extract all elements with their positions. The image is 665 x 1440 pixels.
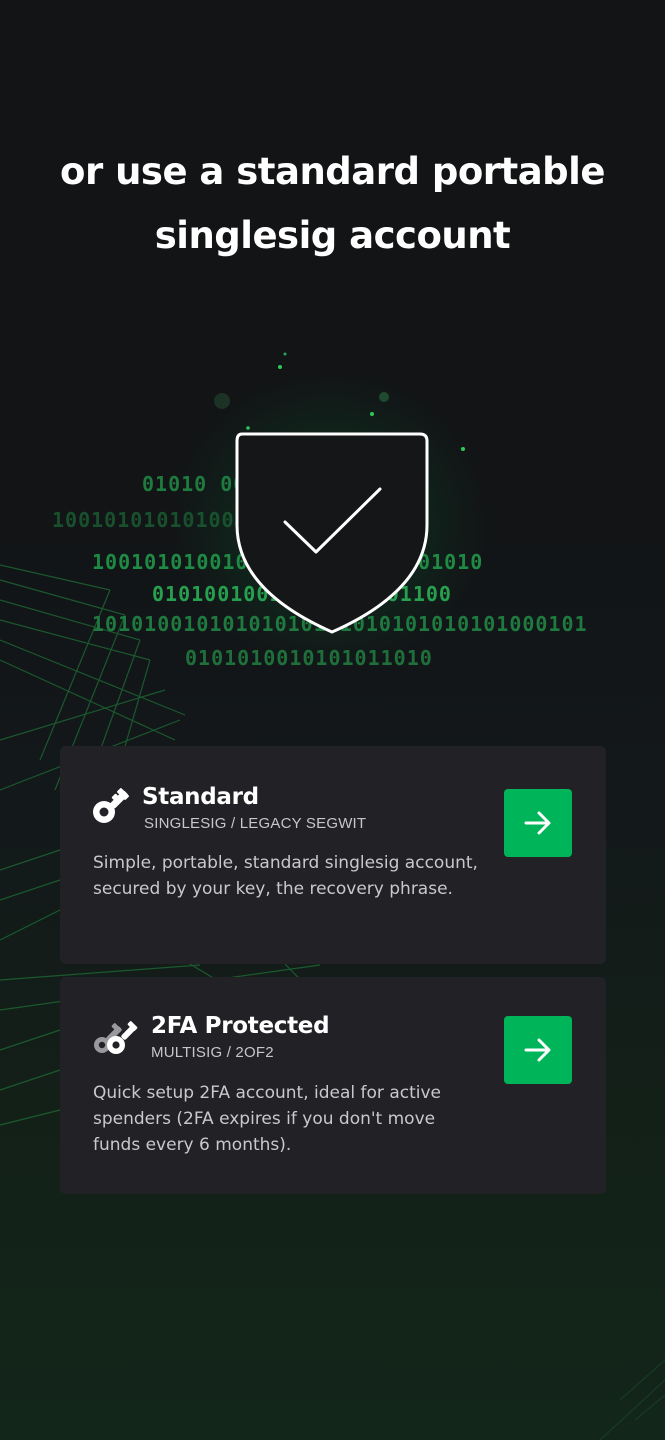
account-option-2fa[interactable]: 2FA Protected MULTISIG / 2OF2 Quick setu…: [60, 977, 606, 1194]
select-2fa-button[interactable]: [504, 1016, 572, 1084]
page-title-line-1: or use a standard portable: [60, 150, 605, 193]
key-icon: [93, 788, 129, 823]
arrow-right-icon: [524, 811, 551, 835]
two-keys-icon: [94, 1021, 138, 1054]
account-description: Simple, portable, standard singlesig acc…: [93, 853, 478, 899]
account-description: Quick setup 2FA account, ideal for activ…: [93, 1083, 441, 1155]
page-title-line-2: singlesig account: [154, 214, 511, 257]
account-option-standard[interactable]: Standard SINGLESIG / LEGACY SEGWIT Simpl…: [60, 746, 606, 964]
account-subtitle: SINGLESIG / LEGACY SEGWIT: [144, 815, 367, 832]
select-standard-button[interactable]: [504, 789, 572, 857]
page-title: or use a standard portable singlesig acc…: [0, 140, 665, 268]
account-title: Standard: [142, 784, 259, 810]
account-subtitle: MULTISIG / 2OF2: [151, 1044, 274, 1061]
arrow-right-icon: [524, 1038, 551, 1062]
account-title: 2FA Protected: [151, 1013, 330, 1039]
hero-illustration: 01010 00101010010101 1001010101010010 10…: [0, 330, 665, 710]
shield-check-icon: [235, 432, 429, 634]
